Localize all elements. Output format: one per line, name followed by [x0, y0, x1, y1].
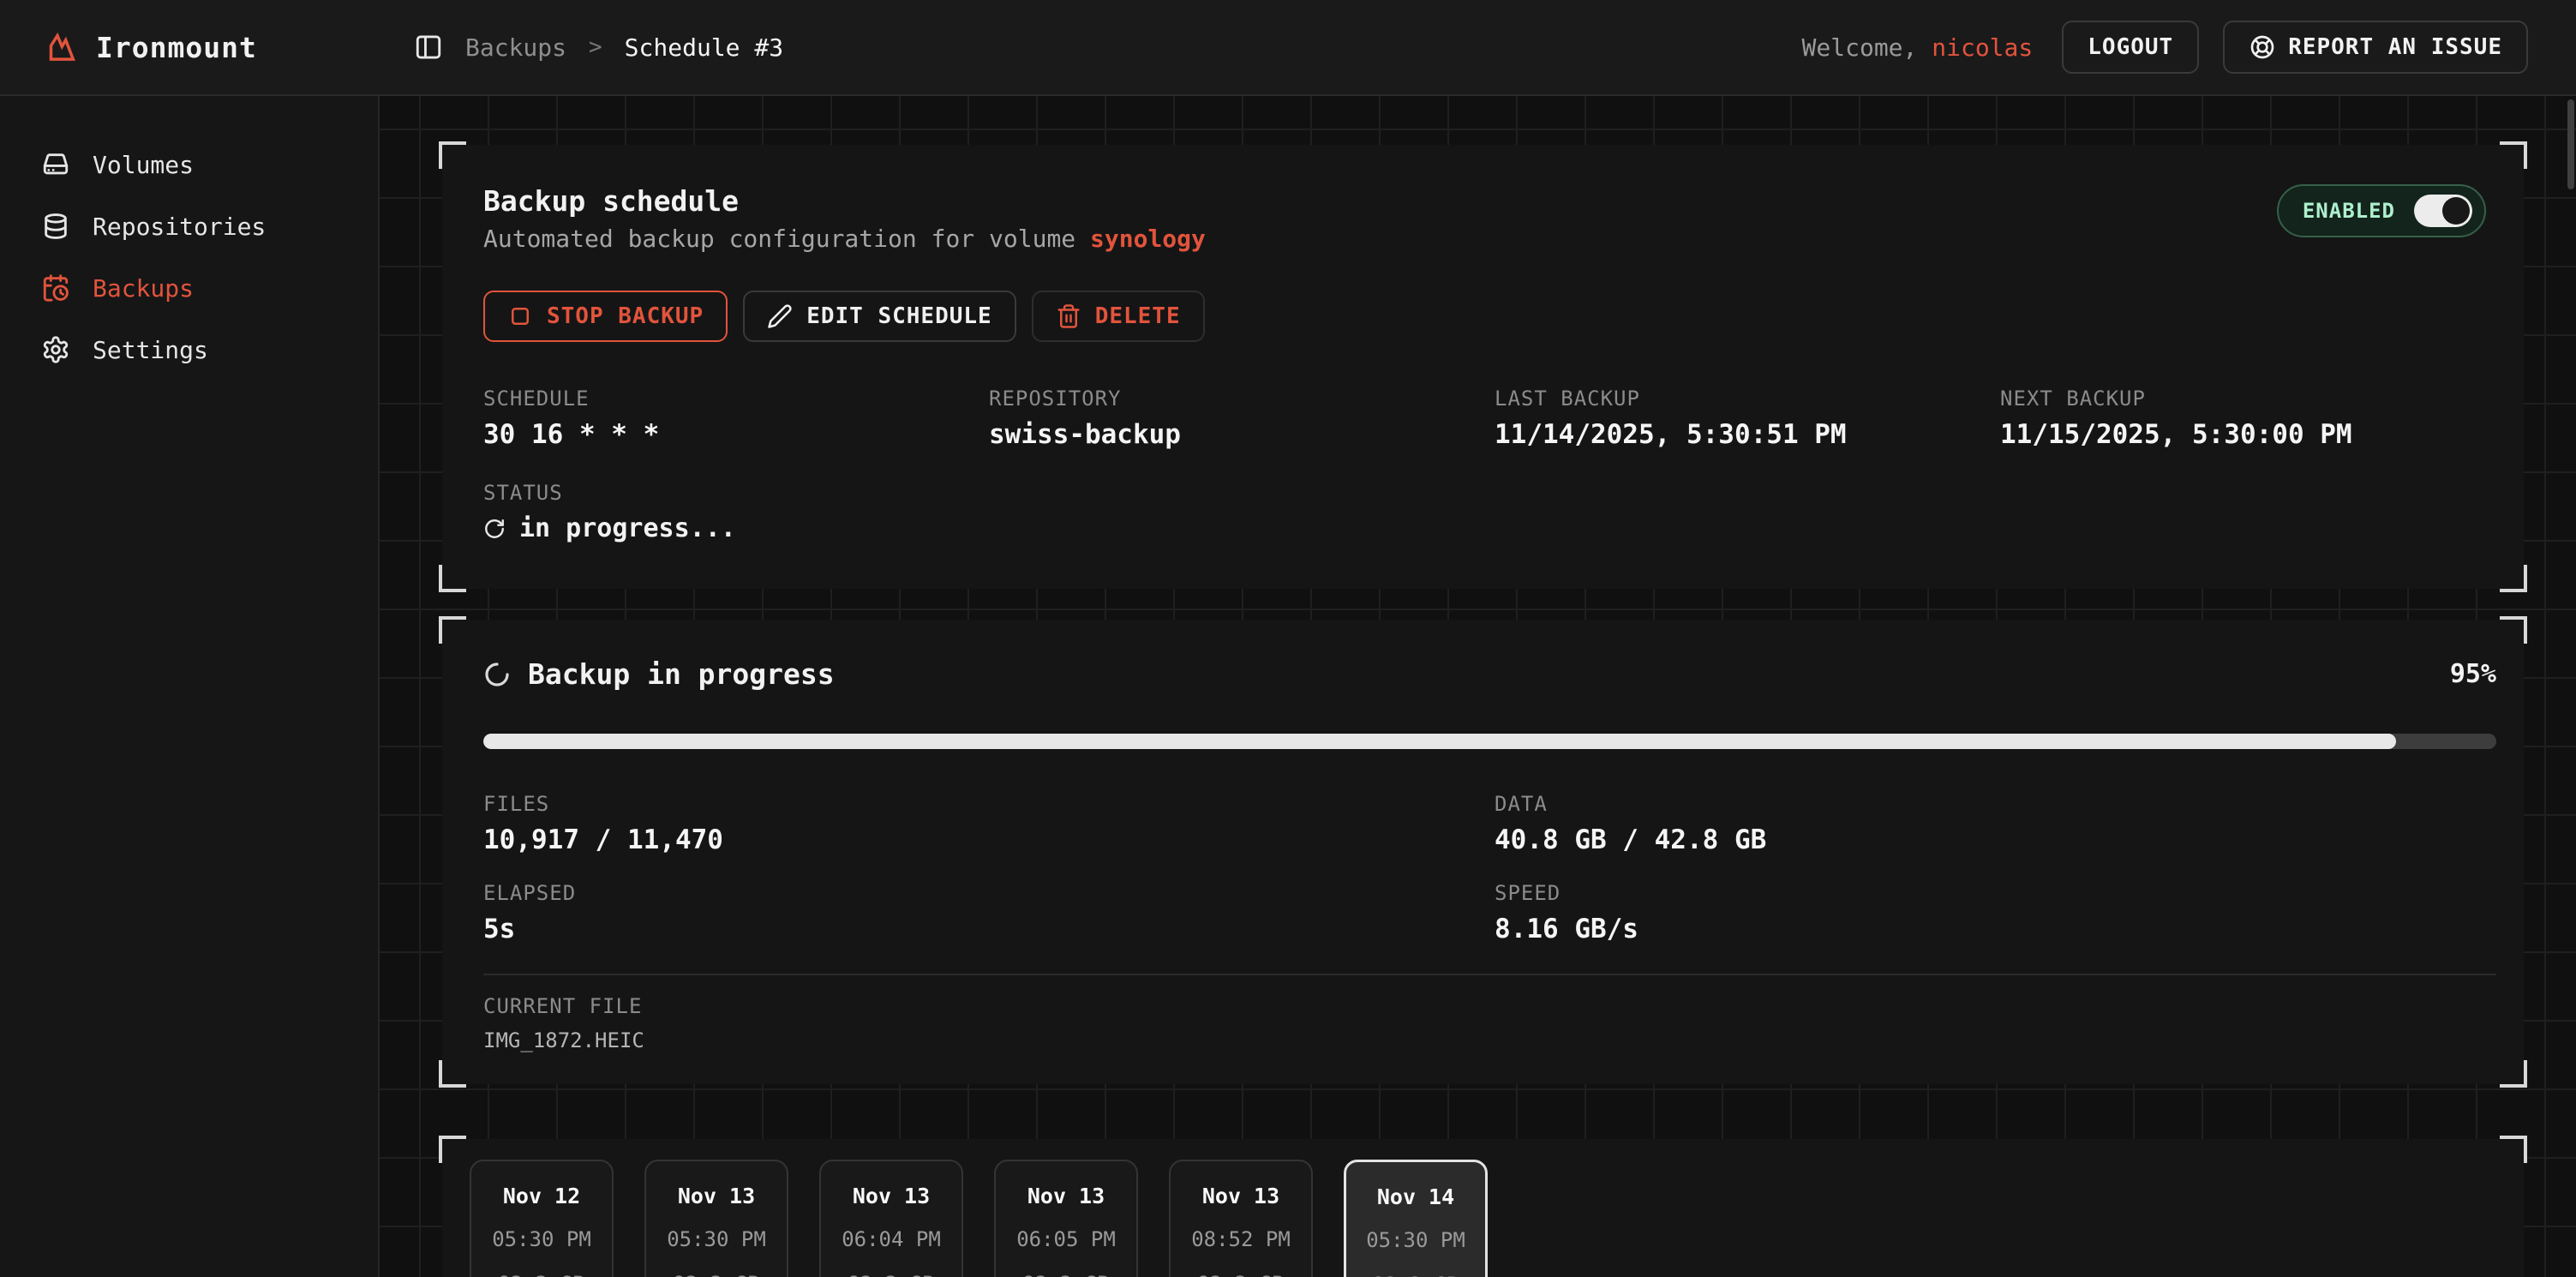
schedule-actions: STOP BACKUP EDIT SCHEDULE — [483, 291, 2486, 342]
corner-bracket — [2500, 616, 2527, 644]
corner-bracket — [439, 141, 466, 169]
edit-schedule-button[interactable]: EDIT SCHEDULE — [743, 291, 1016, 342]
username: nicolas — [1932, 33, 2033, 62]
progress-bar-fill — [483, 734, 2396, 749]
enabled-label: ENABLED — [2303, 199, 2395, 223]
corner-bracket — [2500, 141, 2527, 169]
history-item[interactable]: Nov 12 05:30 PM 92.2 GB — [470, 1160, 614, 1277]
sidebar-toggle-button[interactable] — [414, 33, 443, 62]
stat-speed: SPEED 8.16 GB/s — [1495, 881, 2496, 944]
app-title: Ironmount — [96, 31, 257, 64]
sidebar-item-settings[interactable]: Settings — [0, 319, 378, 381]
current-file-value: IMG_1872.HEIC — [483, 1028, 2496, 1052]
sidebar-item-repositories[interactable]: Repositories — [0, 195, 378, 257]
sidebar-item-volumes[interactable]: Volumes — [0, 134, 378, 195]
sidebar-item-label: Volumes — [93, 151, 194, 179]
logout-button[interactable]: LOGOUT — [2062, 21, 2199, 74]
schedule-fields: SCHEDULE 30 16 * * * REPOSITORY swiss-ba… — [483, 387, 2486, 450]
hard-drive-icon — [41, 150, 70, 179]
field-repository: REPOSITORY swiss-backup — [989, 387, 1495, 450]
history-item[interactable]: Nov 13 06:04 PM 92.2 GB — [819, 1160, 963, 1277]
report-issue-button[interactable]: REPORT AN ISSUE — [2223, 21, 2528, 74]
breadcrumb-parent[interactable]: Backups — [465, 33, 566, 62]
breadcrumb: Backups > Schedule #3 — [414, 33, 783, 62]
backup-progress-card: Backup in progress 95% FILES 10,917 / 11… — [442, 620, 2524, 1084]
stat-elapsed: ELAPSED 5s — [483, 881, 1495, 944]
delete-button[interactable]: DELETE — [1032, 291, 1205, 342]
trash-icon — [1056, 303, 1081, 329]
backup-history-section: Nov 12 05:30 PM 92.2 GB Nov 13 05:30 PM … — [442, 1139, 2524, 1277]
schedule-card-subtitle: Automated backup configuration for volum… — [483, 225, 1206, 253]
current-file: CURRENT FILE IMG_1872.HEIC — [483, 994, 2496, 1052]
sidebar-item-label: Backups — [93, 274, 194, 303]
progress-bar — [483, 734, 2496, 749]
backup-schedule-card: Backup schedule Automated backup configu… — [442, 145, 2524, 589]
enabled-switch[interactable] — [2414, 195, 2472, 227]
breadcrumb-current: Schedule #3 — [625, 33, 783, 62]
scrollbar-thumb[interactable] — [2567, 99, 2574, 189]
corner-bracket — [2500, 565, 2527, 592]
history-item[interactable]: Nov 13 05:30 PM 92.2 GB — [644, 1160, 788, 1277]
history-item-selected[interactable]: Nov 14 05:30 PM 92.2 GB — [1344, 1160, 1488, 1277]
gear-icon — [41, 335, 70, 364]
header-right: Welcome, nicolas LOGOUT REPORT AN ISSUE — [1802, 21, 2528, 74]
progress-title: Backup in progress — [483, 657, 835, 691]
calendar-clock-icon — [41, 273, 70, 303]
progress-percent: 95% — [2450, 659, 2496, 689]
enabled-toggle-pill[interactable]: ENABLED — [2277, 184, 2486, 237]
corner-bracket — [439, 565, 466, 592]
stop-backup-button[interactable]: STOP BACKUP — [483, 291, 728, 342]
brand: Ironmount — [45, 30, 380, 64]
field-schedule: SCHEDULE 30 16 * * * — [483, 387, 989, 450]
sidebar-item-label: Settings — [93, 336, 208, 364]
database-icon — [41, 212, 70, 241]
schedule-card-title: Backup schedule — [483, 184, 1206, 218]
app-header: Ironmount Backups > Schedule #3 Welcome,… — [0, 0, 2576, 96]
volume-name: synology — [1090, 225, 1206, 253]
stat-files: FILES 10,917 / 11,470 — [483, 792, 1495, 855]
sidebar: Volumes Repositories — [0, 96, 380, 1277]
corner-bracket — [2500, 1136, 2527, 1163]
status-value: in progress... — [519, 513, 736, 543]
switch-knob — [2442, 197, 2470, 225]
sidebar-item-backups[interactable]: Backups — [0, 257, 378, 319]
field-next-backup: NEXT BACKUP 11/15/2025, 5:30:00 PM — [2000, 387, 2486, 450]
breadcrumb-separator: > — [589, 34, 602, 60]
corner-bracket — [439, 1060, 466, 1088]
field-last-backup: LAST BACKUP 11/14/2025, 5:30:51 PM — [1495, 387, 2000, 450]
stop-square-icon — [507, 303, 533, 329]
history-item[interactable]: Nov 13 06:05 PM 92.2 GB — [994, 1160, 1138, 1277]
sidebar-item-label: Repositories — [93, 213, 266, 241]
pencil-icon — [767, 303, 793, 329]
corner-bracket — [439, 1136, 466, 1163]
lifebuoy-icon — [2249, 33, 2276, 61]
history-list: Nov 12 05:30 PM 92.2 GB Nov 13 05:30 PM … — [470, 1160, 2496, 1277]
corner-bracket — [439, 616, 466, 644]
main-content: Backup schedule Automated backup configu… — [380, 96, 2576, 1277]
field-status: STATUS in progress... — [483, 481, 2486, 543]
progress-stats: FILES 10,917 / 11,470 DATA 40.8 GB / 42.… — [483, 792, 2496, 944]
history-item[interactable]: Nov 13 08:52 PM 92.2 GB — [1169, 1160, 1313, 1277]
app-screen: Ironmount Backups > Schedule #3 Welcome,… — [0, 0, 2576, 1277]
corner-bracket — [2500, 1060, 2527, 1088]
welcome-text: Welcome, nicolas — [1802, 33, 2034, 62]
stat-data: DATA 40.8 GB / 42.8 GB — [1495, 792, 2496, 855]
loader-spinner-icon — [483, 661, 511, 688]
rotate-cw-icon — [483, 518, 506, 540]
mountain-logo-icon — [45, 30, 79, 64]
divider — [483, 974, 2496, 975]
panel-left-icon — [414, 33, 443, 62]
